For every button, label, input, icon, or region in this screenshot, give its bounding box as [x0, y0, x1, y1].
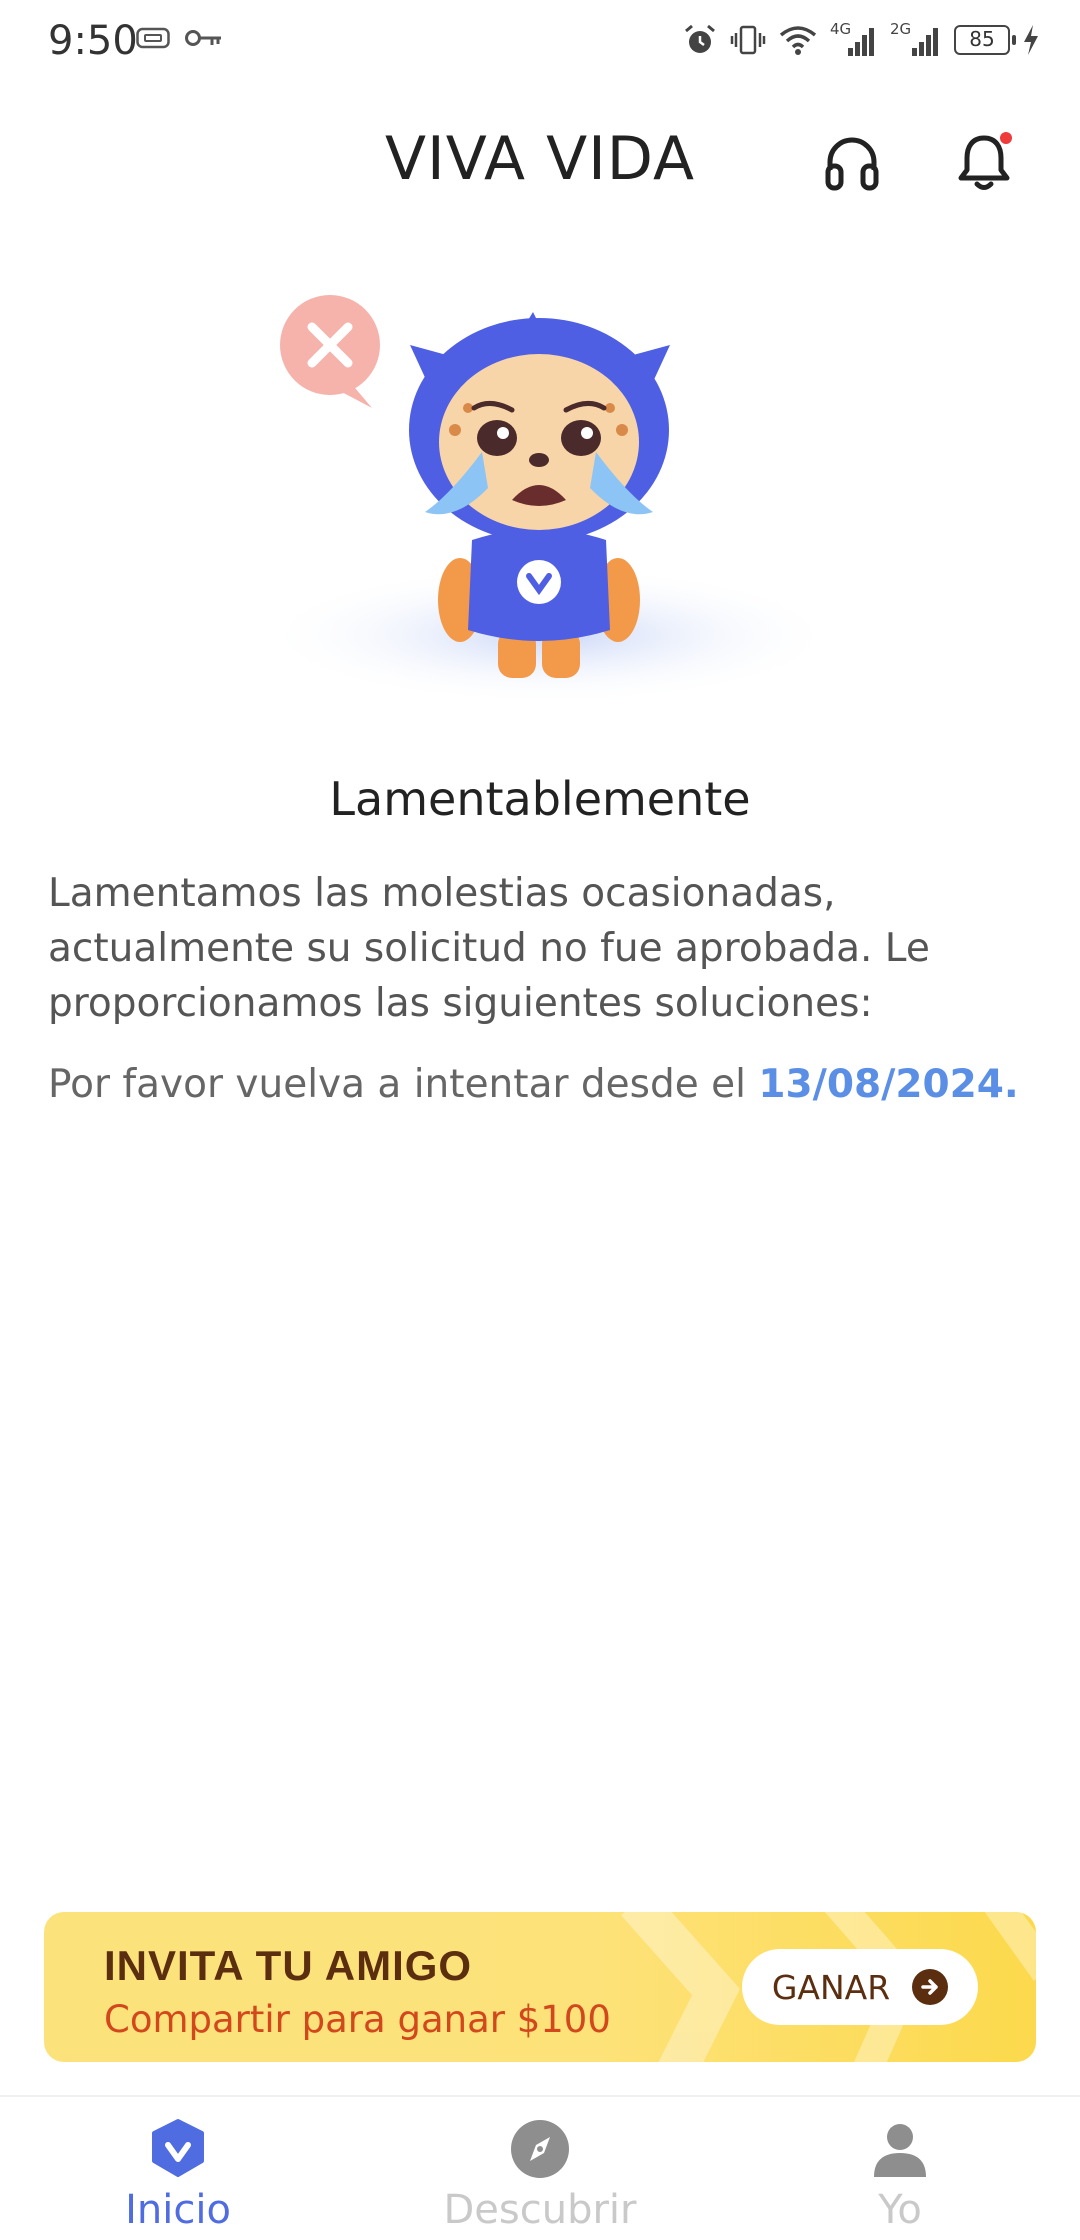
wifi-icon	[779, 26, 817, 55]
person-icon	[874, 2124, 926, 2177]
retry-date: 13/08/2024.	[758, 1062, 1019, 1107]
vibrate-icon	[730, 25, 766, 55]
arrow-right-icon	[912, 1969, 949, 2005]
customer-service-button[interactable]	[812, 122, 892, 202]
retry-prefix: Por favor vuelva a intentar desde el	[48, 1062, 759, 1107]
mascot-graphic	[260, 295, 840, 705]
nav-item-descubrir[interactable]: Descubrir	[410, 2097, 670, 2240]
app-title: VIVA VIDA	[385, 124, 695, 194]
nav-label-inicio: Inicio	[125, 2187, 231, 2233]
nav-label-yo: Yo	[878, 2187, 922, 2233]
nav-item-inicio[interactable]: Inicio	[48, 2097, 308, 2240]
invite-friend-banner[interactable]: INVITA TU AMIGO Compartir para ganar $10…	[44, 1912, 1036, 2062]
reject-bubble-icon	[280, 295, 380, 408]
ganar-label: GANAR	[771, 1967, 891, 2007]
signal-2g: 2G	[890, 20, 942, 58]
notification-dot	[1000, 132, 1012, 144]
signal-icon	[912, 28, 938, 56]
app-header: VIVA VIDA	[0, 86, 1080, 226]
key-icon	[185, 30, 221, 46]
status-time: 9:50	[48, 18, 138, 64]
nav-item-yo[interactable]: Yo	[770, 2097, 1030, 2240]
headset-icon	[825, 137, 879, 191]
signal-4g: 4G	[830, 20, 878, 58]
nav-label-descubrir: Descubrir	[443, 2187, 637, 2233]
battery-indicator: 85	[954, 25, 1016, 55]
result-description: Lamentamos las molestias ocasionadas, ac…	[48, 871, 930, 1026]
status-bar: 9:50 4G 2G 85	[0, 0, 1080, 86]
alarm-icon	[685, 24, 715, 53]
sad-mascot-illustration	[250, 290, 850, 730]
bottom-navigation: Inicio Descubrir Yo	[0, 2095, 1080, 2240]
notifications-button[interactable]	[944, 122, 1024, 202]
retry-message: Por favor vuelva a intentar desde el 13/…	[48, 1062, 1019, 1107]
ganar-button[interactable]: GANAR	[742, 1949, 978, 2025]
invite-subtitle: Compartir para ganar $100	[104, 1998, 611, 2041]
sim-card-icon	[136, 27, 170, 49]
home-logo-icon	[152, 2119, 204, 2177]
result-title: Lamentablemente	[329, 772, 751, 826]
invite-title: INVITA TU AMIGO	[104, 1942, 473, 1989]
signal-icon	[848, 28, 874, 56]
charging-icon	[1024, 25, 1038, 55]
compass-icon	[511, 2120, 569, 2178]
